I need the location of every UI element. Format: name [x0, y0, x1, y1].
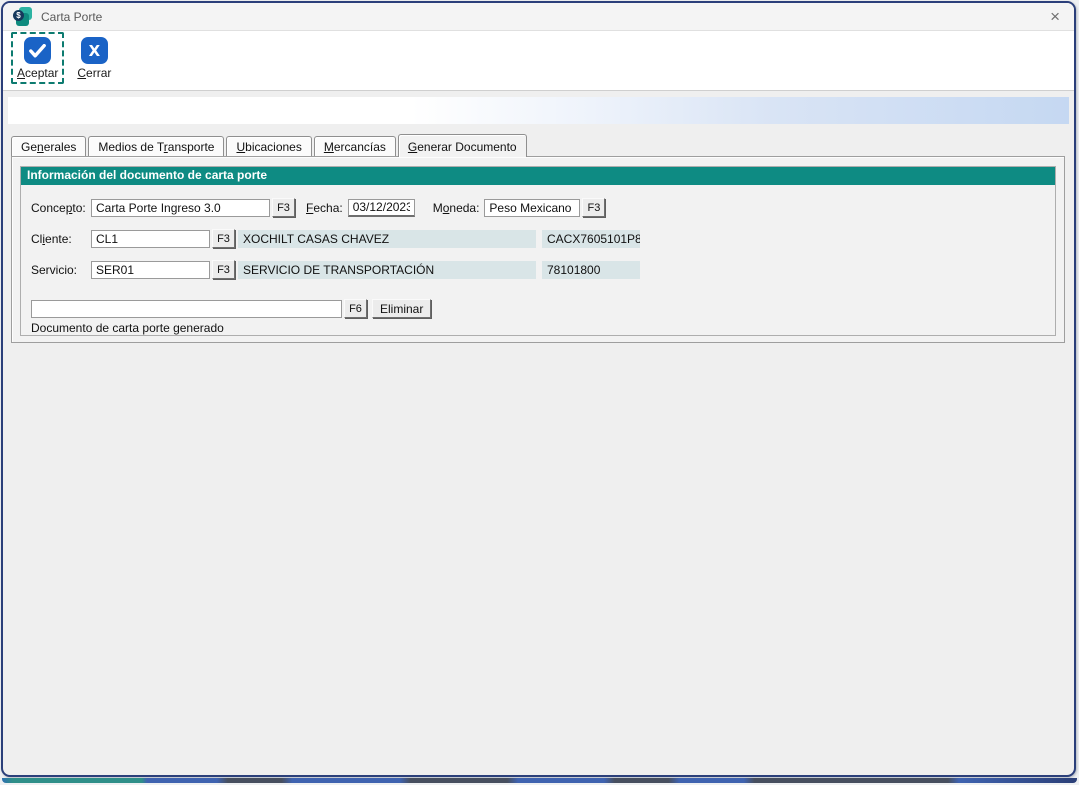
close-icon[interactable]: ×: [1050, 8, 1060, 25]
moneda-input[interactable]: [484, 199, 580, 217]
tab-ubicaciones[interactable]: Ubicaciones: [226, 136, 311, 156]
fecha-label: Fecha:: [306, 201, 343, 215]
cliente-label: Cliente:: [31, 232, 91, 246]
title-bar: $ Carta Porte ×: [3, 3, 1074, 31]
concepto-input[interactable]: [91, 199, 270, 217]
cliente-f3-button[interactable]: F3: [212, 229, 235, 248]
fecha-input[interactable]: [348, 199, 415, 217]
background-window-edge: [2, 778, 1077, 783]
concepto-row: Concepto: F3 Fecha: Moneda: F3: [31, 198, 1055, 217]
accept-focus-ring: Aceptar: [11, 32, 64, 84]
cliente-name-field: XOCHILT CASAS CHAVEZ: [238, 230, 536, 248]
documento-f6-button[interactable]: F6: [344, 299, 367, 318]
toolbar: Aceptar X Cerrar: [3, 31, 1074, 91]
documento-input[interactable]: [31, 300, 342, 318]
concepto-f3-button[interactable]: F3: [272, 198, 295, 217]
window-title: Carta Porte: [41, 10, 102, 24]
documento-caption: Documento de carta porte generado: [31, 321, 1055, 335]
moneda-f3-button[interactable]: F3: [582, 198, 605, 217]
accept-label: Aceptar: [17, 66, 58, 80]
moneda-label: Moneda:: [433, 201, 480, 215]
x-icon: X: [81, 37, 108, 64]
servicio-sat-code-field: 78101800: [542, 261, 640, 279]
tab-panel-generar-documento: Información del documento de carta porte…: [11, 156, 1065, 343]
accept-button[interactable]: Aceptar: [13, 34, 62, 82]
tab-generar-documento[interactable]: Generar Documento: [398, 134, 527, 157]
carta-porte-dialog: $ Carta Porte × Aceptar X Cerrar Gene: [1, 1, 1076, 777]
banner-gradient: [8, 97, 1069, 124]
eliminar-button[interactable]: Eliminar: [372, 299, 431, 318]
tab-medios-de-transporte[interactable]: Medios de Transporte: [88, 136, 224, 156]
app-icon: $: [13, 7, 32, 26]
servicio-code-input[interactable]: [91, 261, 210, 279]
tab-strip: Generales Medios de Transporte Ubicacion…: [11, 133, 1074, 156]
cliente-rfc-field: CACX7605101P8: [542, 230, 640, 248]
servicio-name-field: SERVICIO DE TRANSPORTACIÓN: [238, 261, 536, 279]
cliente-code-input[interactable]: [91, 230, 210, 248]
tab-mercancias[interactable]: Mercancías: [314, 136, 396, 156]
check-icon: [24, 37, 51, 64]
cliente-row: Cliente: F3 XOCHILT CASAS CHAVEZ CACX760…: [31, 229, 1055, 248]
documento-row: F6 Eliminar: [31, 299, 1055, 318]
close-label: Cerrar: [77, 66, 111, 80]
servicio-row: Servicio: F3 SERVICIO DE TRANSPORTACIÓN …: [31, 260, 1055, 279]
dollar-coin-icon: $: [13, 10, 24, 21]
concepto-label: Concepto:: [31, 201, 91, 215]
close-button[interactable]: X Cerrar: [73, 34, 115, 82]
section-header: Información del documento de carta porte: [21, 167, 1055, 185]
document-info-groupbox: Información del documento de carta porte…: [20, 166, 1056, 336]
tab-generales[interactable]: Generales: [11, 136, 86, 156]
servicio-f3-button[interactable]: F3: [212, 260, 235, 279]
servicio-label: Servicio:: [31, 263, 91, 277]
